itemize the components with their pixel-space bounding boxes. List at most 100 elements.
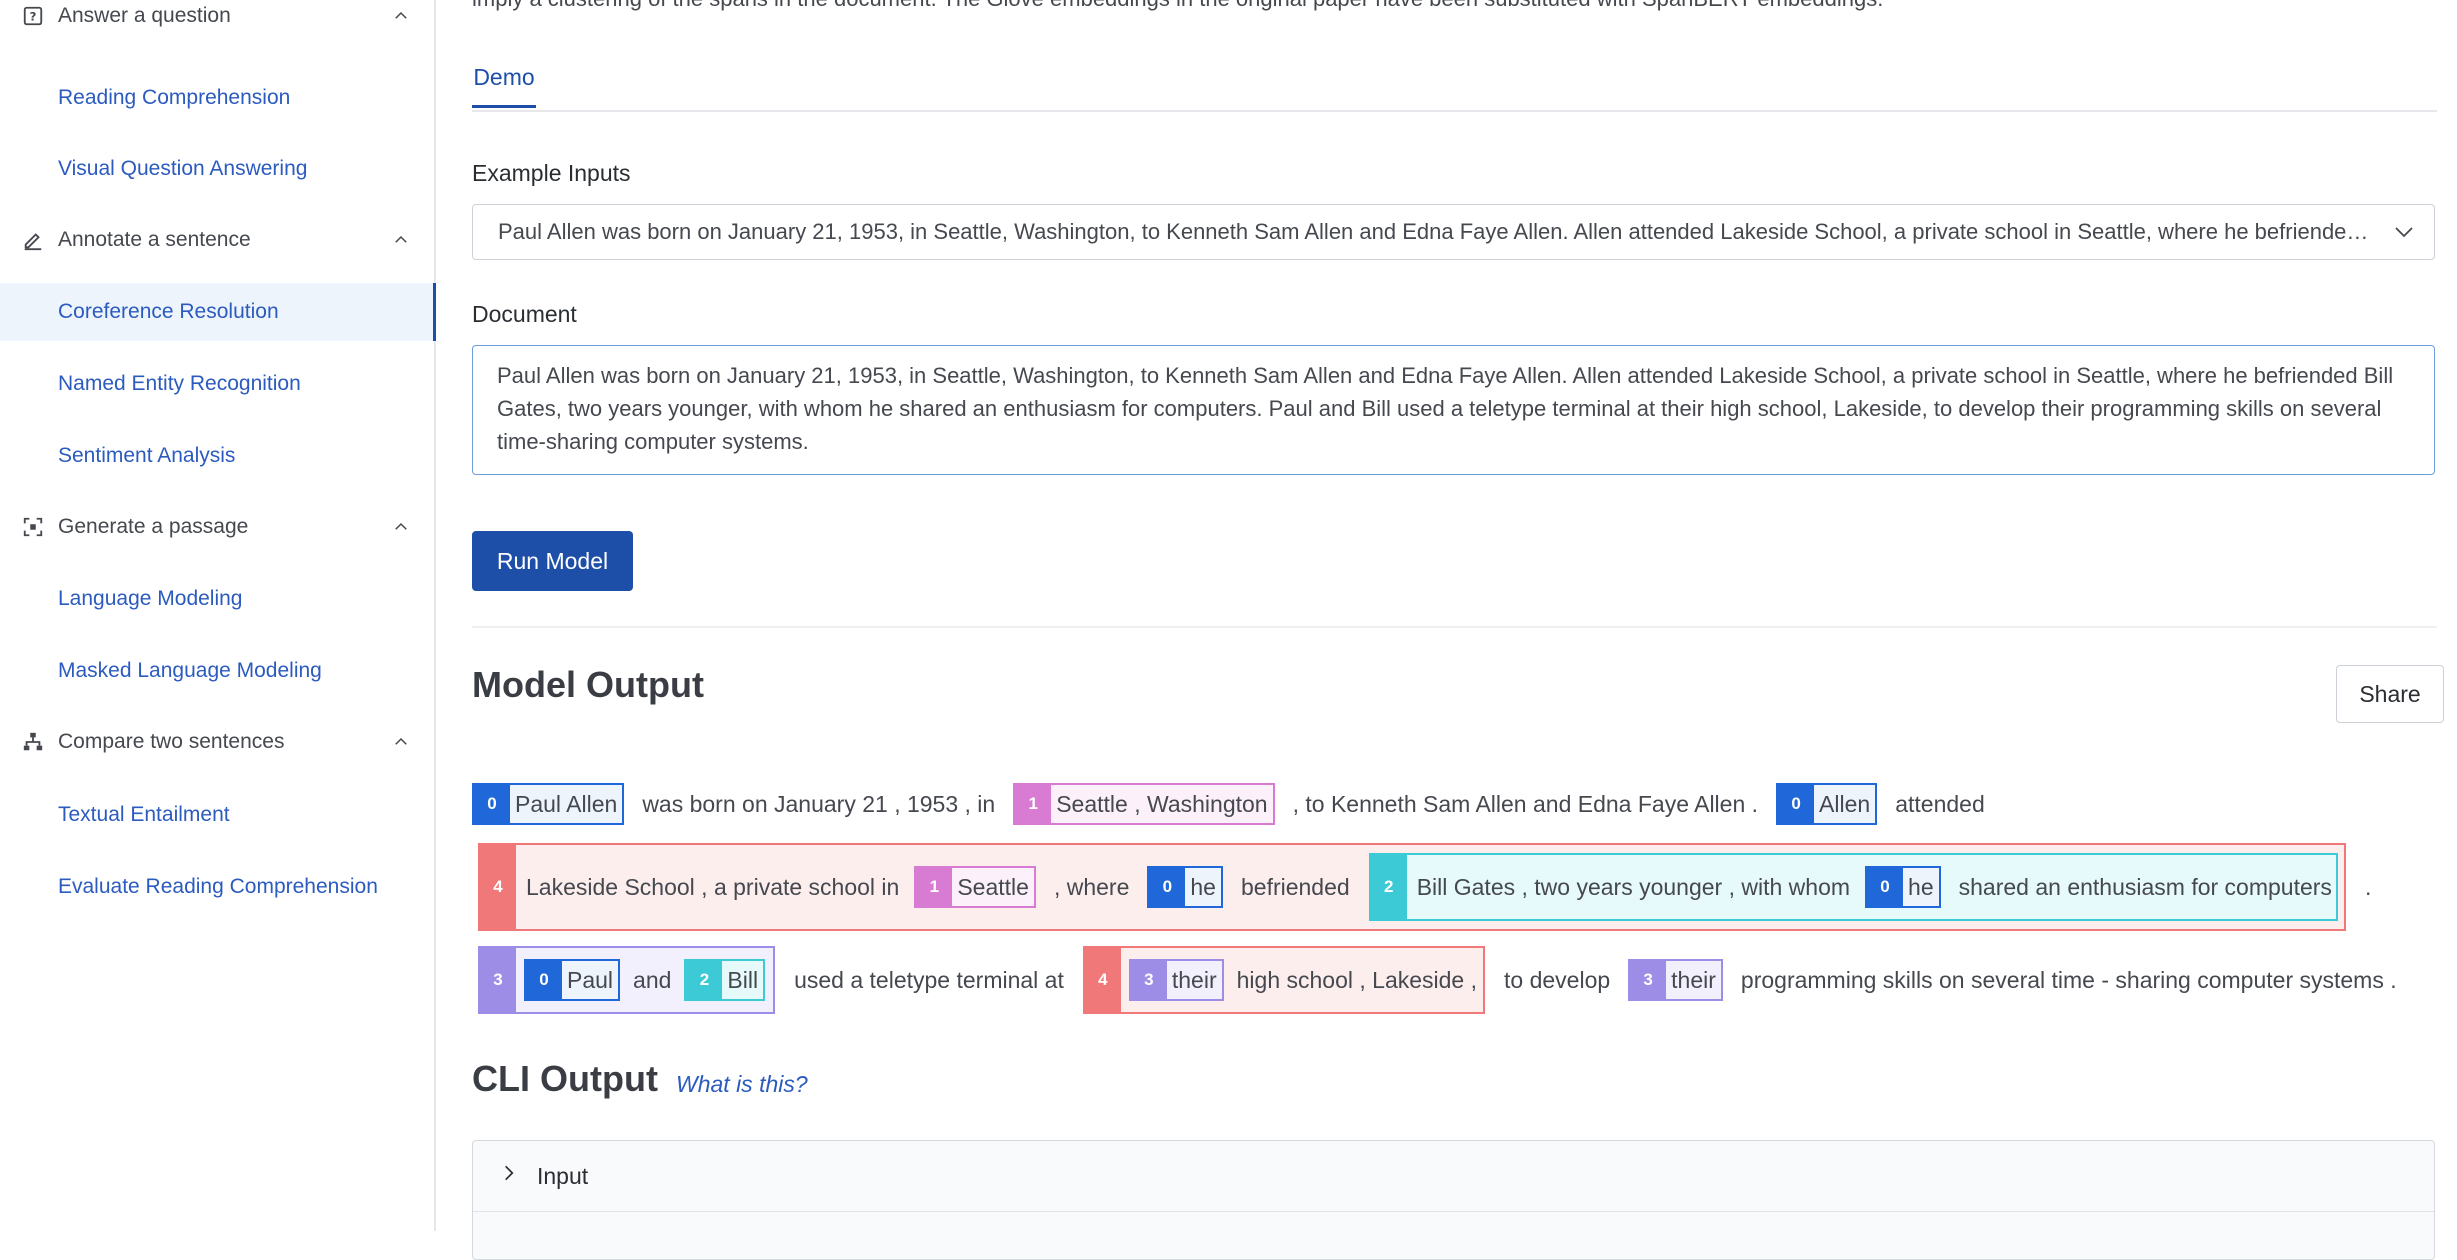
document-textarea[interactable]: Paul Allen was born on January 21, 1953,… xyxy=(472,345,2435,475)
coref-line-3: 3 0 Paul and 2 Bill used a teletype termin… xyxy=(472,945,2410,1015)
sidebar-item-named-entity-recognition[interactable]: Named Entity Recognition xyxy=(0,355,434,413)
cluster-number-badge: 0 xyxy=(1867,868,1904,906)
what-is-this-link[interactable]: What is this? xyxy=(676,1071,808,1098)
cli-output-heading: CLI Output xyxy=(472,1058,658,1099)
model-description: imply a clustering of the spans in the d… xyxy=(472,0,2432,12)
cluster-number-badge: 0 xyxy=(1778,785,1815,823)
sidebar-item-coreference-resolution[interactable]: Coreference Resolution xyxy=(0,283,436,341)
sidebar-item-label: Coreference Resolution xyxy=(58,300,279,323)
cluster-span-text: he xyxy=(1190,873,1216,900)
sidebar-group-compare-two-sentences[interactable]: Compare two sentences xyxy=(0,714,434,770)
example-inputs-label: Example Inputs xyxy=(472,160,631,186)
cluster-span-text: Seattle , Washington xyxy=(1056,790,1268,817)
chevron-down-icon[interactable] xyxy=(2392,220,2416,244)
chevron-up-icon[interactable] xyxy=(392,231,410,249)
sidebar-group-label: Answer a question xyxy=(58,4,231,27)
output-text: , where xyxy=(1053,873,1130,900)
output-text: to develop xyxy=(1504,966,1611,993)
cluster-span-text: Paul Allen xyxy=(515,790,618,817)
sidebar-group-answer-a-question[interactable]: ? Answer a question xyxy=(0,0,434,44)
sidebar-item-sentiment-analysis[interactable]: Sentiment Analysis xyxy=(0,427,434,485)
tab-demo[interactable]: Demo xyxy=(472,64,536,108)
cli-output-accordion: Input xyxy=(472,1140,2435,1260)
sidebar-item-visual-question-answering[interactable]: Visual Question Answering xyxy=(0,140,434,198)
chevron-up-icon[interactable] xyxy=(392,518,410,536)
coref-cluster-0-span: 0 he xyxy=(1865,866,1941,908)
cluster-number-badge: 0 xyxy=(526,961,562,999)
divider xyxy=(472,626,2437,628)
cluster-number-badge: 4 xyxy=(1084,948,1121,1012)
sidebar-item-label: Reading Comprehension xyxy=(58,86,291,109)
cluster-number-badge: 2 xyxy=(686,961,723,999)
pencil-icon xyxy=(22,229,44,251)
sidebar-item-label: Sentiment Analysis xyxy=(58,444,236,467)
sidebar-item-language-modeling[interactable]: Language Modeling xyxy=(0,570,434,628)
coref-cluster-0-span: 0 he xyxy=(1147,866,1223,908)
sidebar: ? Answer a question Reading Comprehensio… xyxy=(0,0,436,1231)
document-label: Document xyxy=(472,301,577,327)
output-text: shared an enthusiasm for computers xyxy=(1958,873,2332,900)
cluster-number-badge: 1 xyxy=(1015,785,1052,823)
output-text: Bill Gates , two years younger , with wh… xyxy=(1416,873,1851,900)
cluster-span-text: Allen xyxy=(1819,790,1871,817)
sidebar-item-label: Named Entity Recognition xyxy=(58,372,301,395)
coref-line-2: 4 Lakeside School , a private school in … xyxy=(472,842,2384,932)
sidebar-group-generate-a-passage[interactable]: Generate a passage xyxy=(0,499,434,555)
sidebar-item-label: Textual Entailment xyxy=(58,803,230,826)
sidebar-item-label: Evaluate Reading Comprehension xyxy=(58,875,378,898)
sidebar-item-evaluate-reading-comprehension[interactable]: Evaluate Reading Comprehension xyxy=(0,858,434,916)
sidebar-item-label: Masked Language Modeling xyxy=(58,659,322,682)
cluster-number-badge: 4 xyxy=(480,845,516,929)
cluster-span-text: he xyxy=(1908,873,1934,900)
coref-cluster-1-span: 1 Seattle xyxy=(914,866,1036,908)
tab-bar: Demo xyxy=(472,58,2437,112)
coref-cluster-3-span: 3 0 Paul and 2 Bill xyxy=(478,946,776,1014)
chevron-up-icon[interactable] xyxy=(392,733,410,751)
example-inputs-select[interactable]: Paul Allen was born on January 21, 1953,… xyxy=(472,204,2435,260)
output-text: high school , Lakeside , xyxy=(1236,966,1478,993)
sidebar-group-label: Generate a passage xyxy=(58,515,249,538)
cluster-span-text: their xyxy=(1171,966,1217,993)
sidebar-group-label: Annotate a sentence xyxy=(58,228,251,251)
output-text: programming skills on several time - sha… xyxy=(1740,966,2397,993)
output-text: and xyxy=(633,966,672,993)
cluster-number-badge: 2 xyxy=(1370,855,1407,919)
cluster-span-text: Seattle xyxy=(957,873,1029,900)
sidebar-group-label: Compare two sentences xyxy=(58,730,285,753)
svg-text:?: ? xyxy=(30,10,37,24)
cluster-number-badge: 3 xyxy=(1630,961,1667,999)
coref-cluster-4-span: 4 3 their high school , Lakeside , xyxy=(1082,946,1486,1014)
coref-cluster-1-span: 1 Seattle , Washington xyxy=(1013,783,1275,825)
coref-cluster-2-span: 2 Bill xyxy=(684,959,766,1001)
sidebar-item-textual-entailment[interactable]: Textual Entailment xyxy=(0,786,434,844)
cluster-span-text: Paul xyxy=(567,966,614,993)
coref-line-1: 0 Paul Allen was born on January 21 , 195… xyxy=(472,782,1998,826)
coref-cluster-3-span: 3 their xyxy=(1628,959,1723,1001)
share-button[interactable]: Share xyxy=(2336,665,2444,723)
accordion-input-header[interactable]: Input xyxy=(473,1141,2434,1212)
output-text: , to Kenneth Sam Allen and Edna Faye All… xyxy=(1292,790,1759,817)
sidebar-item-label: Visual Question Answering xyxy=(58,157,308,180)
output-text: used a teletype terminal at xyxy=(794,966,1064,993)
coref-cluster-4-span: 4 Lakeside School , a private school in … xyxy=(478,843,2346,931)
coref-cluster-2-span: 2 Bill Gates , two years younger , with … xyxy=(1368,853,2338,921)
output-text: attended xyxy=(1895,790,1985,817)
coref-cluster-0-span: 0 Paul xyxy=(524,959,621,1001)
hierarchy-icon xyxy=(22,731,44,753)
sidebar-item-reading-comprehension[interactable]: Reading Comprehension xyxy=(0,69,434,127)
cluster-number-badge: 3 xyxy=(1130,961,1167,999)
question-box-icon: ? xyxy=(22,5,44,27)
chevron-up-icon[interactable] xyxy=(392,7,410,25)
cluster-span-text: their xyxy=(1671,966,1716,993)
sidebar-group-annotate-a-sentence[interactable]: Annotate a sentence xyxy=(0,212,434,268)
coref-cluster-0-span: 0 Paul Allen xyxy=(472,783,625,825)
sidebar-item-label: Language Modeling xyxy=(58,587,243,610)
cluster-number-badge: 3 xyxy=(480,948,516,1012)
cluster-span-text: Bill xyxy=(727,966,759,993)
run-model-button[interactable]: Run Model xyxy=(472,531,633,591)
example-inputs-value: Paul Allen was born on January 21, 1953,… xyxy=(498,219,2374,244)
sidebar-item-masked-language-modeling[interactable]: Masked Language Modeling xyxy=(0,642,434,700)
output-text: . xyxy=(2364,873,2372,900)
chevron-right-icon xyxy=(505,1165,514,1181)
coref-cluster-0-span: 0 Allen xyxy=(1776,783,1878,825)
